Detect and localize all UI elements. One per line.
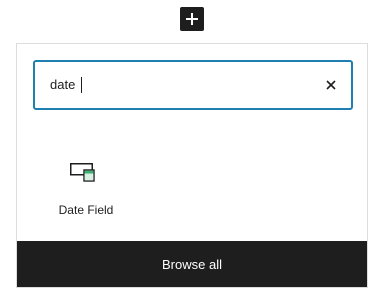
block-result-date-field[interactable]: Date Field: [48, 147, 124, 227]
clear-search-button[interactable]: [319, 73, 343, 97]
editor-canvas: Date Field Browse all: [0, 0, 386, 303]
block-search-input[interactable]: [50, 62, 290, 108]
close-icon: [326, 80, 336, 90]
block-search: [33, 60, 353, 110]
add-block-button[interactable]: [180, 7, 204, 31]
block-inserter-popover: Date Field Browse all: [16, 43, 368, 288]
date-field-icon: [70, 163, 95, 182]
browse-all-button[interactable]: Browse all: [17, 241, 367, 287]
plus-icon: [186, 13, 198, 25]
block-result-label: Date Field: [58, 203, 114, 217]
text-caret: [81, 77, 82, 93]
